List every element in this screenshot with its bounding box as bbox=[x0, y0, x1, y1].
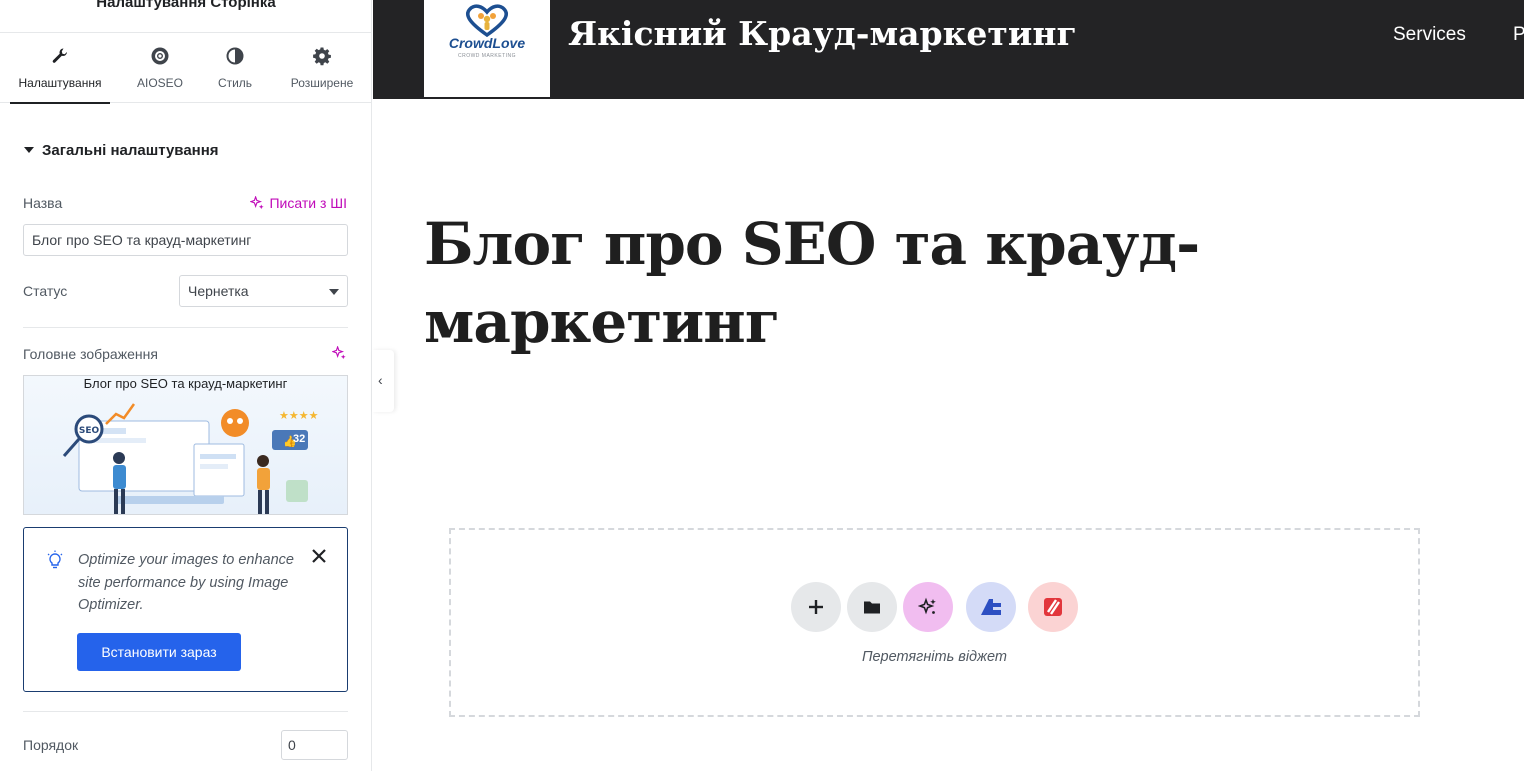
order-input[interactable] bbox=[281, 730, 348, 760]
featured-image-preview[interactable]: Блог про SEO та крауд-маркетинг SEO ★★★★… bbox=[23, 375, 348, 515]
folder-icon bbox=[864, 601, 880, 614]
collapse-panel-button[interactable]: ‹ bbox=[372, 350, 394, 412]
ai-write-link[interactable]: Писати з ШІ bbox=[250, 195, 347, 211]
widget-drop-zone[interactable]: Перетягніть віджет bbox=[449, 528, 1420, 717]
panel-title: Налаштування Сторінка bbox=[96, 0, 276, 11]
section-toggle-general[interactable]: Загальні налаштування bbox=[24, 142, 219, 159]
status-select[interactable]: Чернетка bbox=[179, 275, 348, 307]
section-title: Загальні налаштування bbox=[42, 142, 219, 159]
featured-image-label: Головне зображення bbox=[23, 346, 158, 362]
template-library-button[interactable] bbox=[847, 582, 897, 632]
like-badge-count: 32 bbox=[293, 433, 306, 445]
site-title[interactable]: Якісний Крауд-маркетинг bbox=[568, 14, 1077, 53]
post-title[interactable]: Блог про SEO та крауд-маркетинг bbox=[424, 205, 1224, 361]
install-now-button[interactable]: Встановити зараз bbox=[77, 633, 241, 671]
plus-icon bbox=[809, 600, 823, 614]
addon-button[interactable] bbox=[1028, 582, 1078, 632]
wrench-icon bbox=[52, 48, 67, 63]
kit-library-button[interactable] bbox=[966, 582, 1016, 632]
chevron-down-icon bbox=[329, 289, 339, 295]
drop-hint: Перетягніть віджет bbox=[861, 649, 1008, 665]
nav-item-partial[interactable]: P bbox=[1513, 24, 1524, 46]
divider bbox=[23, 711, 348, 712]
divider bbox=[23, 327, 348, 328]
status-label: Статус bbox=[23, 283, 68, 299]
tab-advanced[interactable]: Розширене bbox=[272, 33, 372, 103]
notice-text: Optimize your images to enhance site per… bbox=[78, 552, 294, 613]
ai-generate-button[interactable] bbox=[903, 582, 953, 632]
svg-text:★★★★: ★★★★ bbox=[279, 409, 319, 422]
contrast-icon bbox=[226, 47, 244, 65]
sparkle-icon bbox=[332, 346, 346, 360]
sparkle-icon bbox=[250, 195, 265, 209]
ai-write-label: Писати з ШІ bbox=[269, 195, 347, 211]
aioseo-icon bbox=[151, 47, 169, 65]
order-label: Порядок bbox=[23, 737, 79, 753]
gear-icon bbox=[313, 47, 331, 66]
status-value: Чернетка bbox=[188, 283, 249, 299]
ai-image-button[interactable] bbox=[332, 346, 347, 361]
editor-panel: Налаштування Сторінка Налаштування AIOSE… bbox=[0, 0, 372, 771]
envato-kit-icon bbox=[981, 599, 1001, 615]
add-widget-button[interactable] bbox=[791, 582, 841, 632]
chevron-left-icon: ‹ bbox=[378, 372, 383, 388]
caret-down-icon bbox=[24, 147, 34, 153]
tab-settings[interactable]: Налаштування bbox=[10, 33, 110, 104]
tab-settings-label: Налаштування bbox=[18, 76, 102, 90]
site-header: CrowdLove CROWD MARKETING Якісний Крауд-… bbox=[373, 0, 1524, 99]
logo-subtext: CROWD MARKETING bbox=[457, 53, 517, 59]
tab-advanced-label: Розширене bbox=[290, 76, 354, 90]
title-input[interactable] bbox=[23, 224, 348, 256]
image-optimizer-notice: Optimize your images to enhance site per… bbox=[23, 527, 348, 692]
tab-style-label: Стиль bbox=[217, 76, 253, 90]
logo-heart-icon bbox=[466, 4, 508, 37]
lightbulb-icon bbox=[47, 550, 63, 569]
title-label: Назва bbox=[23, 195, 63, 211]
site-logo[interactable]: CrowdLove CROWD MARKETING bbox=[424, 0, 550, 97]
logo-text: CrowdLove bbox=[448, 35, 526, 51]
seo-illustration: SEO ★★★★ 👍 bbox=[62, 403, 319, 514]
nav-item-services[interactable]: Services bbox=[1393, 24, 1466, 46]
sparkle-icon bbox=[918, 597, 936, 615]
tab-style[interactable]: Стиль bbox=[185, 33, 285, 103]
panel-tabs: Налаштування AIOSEO Стиль Розширене bbox=[0, 32, 372, 104]
close-icon[interactable] bbox=[311, 548, 327, 564]
addon-logo-icon bbox=[1044, 598, 1062, 616]
svg-text:SEO: SEO bbox=[79, 426, 100, 436]
